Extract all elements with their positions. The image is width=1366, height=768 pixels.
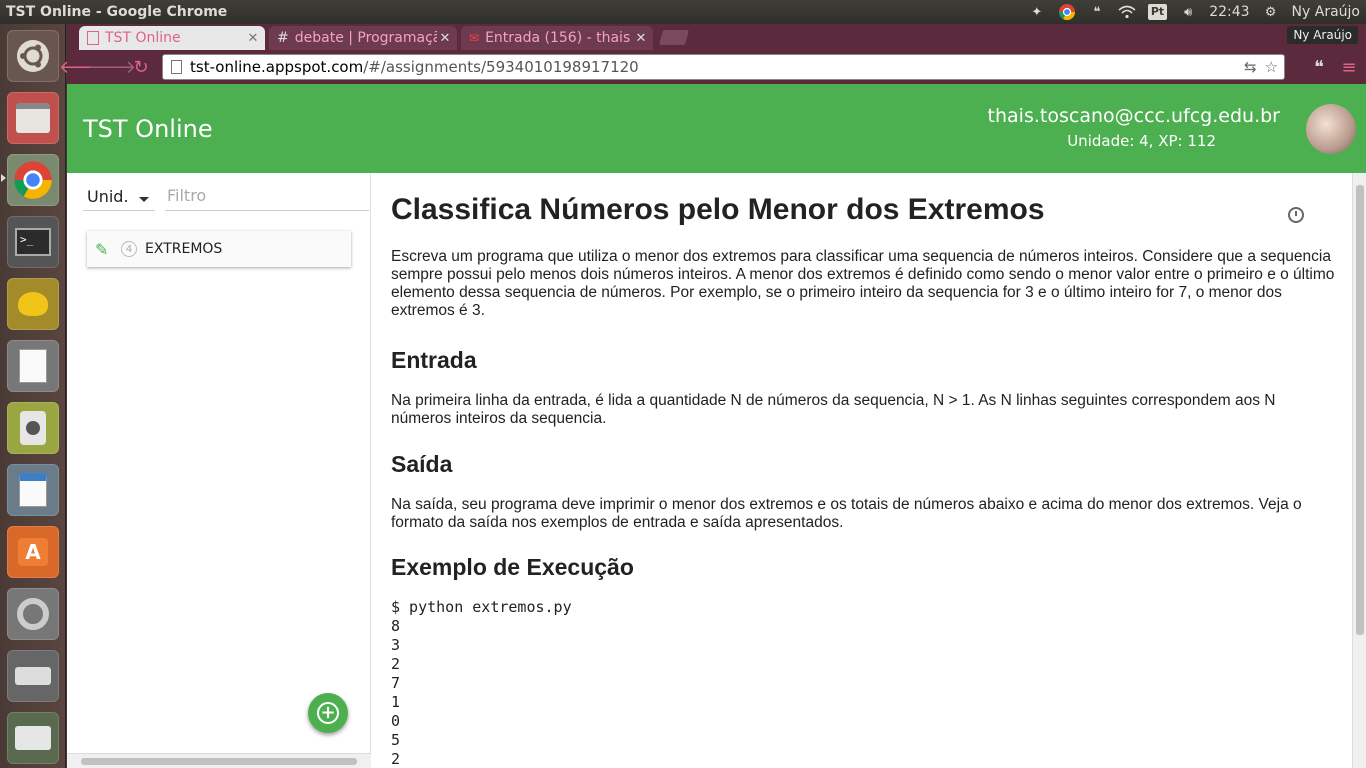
chevron-down-icon xyxy=(139,197,149,202)
forward-arrow-icon[interactable]: 🡒 xyxy=(88,54,136,80)
tab-debate[interactable]: # debate | Programaçã ✕ xyxy=(269,26,457,50)
browser-toolbar: 🡐 🡒 ↻ tst-online.appspot.com/#/assignmen… xyxy=(59,50,1366,84)
assignments-sidebar: Unid. ✎ 4 EXTREMOS + xyxy=(67,173,371,768)
pencil-icon: ✎ xyxy=(95,239,109,259)
tab-label: TST Online xyxy=(105,30,181,46)
close-icon[interactable]: ✕ xyxy=(245,31,261,46)
assignment-item[interactable]: ✎ 4 EXTREMOS xyxy=(87,231,351,267)
gear-icon[interactable]: ⚙ xyxy=(1262,3,1280,21)
clock-history-icon[interactable] xyxy=(1288,207,1304,223)
ubuntu-home-icon[interactable] xyxy=(7,30,59,82)
reload-icon[interactable]: ↻ xyxy=(128,54,154,80)
page-favicon-icon xyxy=(87,31,99,45)
code-line: 2 xyxy=(391,750,401,768)
unit-select-label: Unid. xyxy=(87,187,129,206)
workspace-switcher-icon[interactable] xyxy=(7,712,59,764)
entrada-text: Na primeira linha da entrada, é lida a q… xyxy=(391,392,1276,427)
hash-favicon-icon: # xyxy=(277,30,289,46)
session-user[interactable]: Ny Araújo xyxy=(1292,4,1360,20)
section-heading-entrada: Entrada xyxy=(391,347,477,373)
software-center-icon[interactable]: A xyxy=(7,526,59,578)
avatar[interactable] xyxy=(1306,104,1356,154)
chat-icon[interactable]: ❝ xyxy=(1088,3,1106,21)
tab-label: debate | Programaçã xyxy=(294,30,437,46)
code-line: 8 xyxy=(391,617,401,635)
system-top-bar: TST Online - Google Chrome ✦ ❝ Pt 🔊︎ 22:… xyxy=(0,0,1366,24)
user-email: thais.toscano@ccc.ufcg.edu.br xyxy=(987,105,1280,127)
code-line: 0 xyxy=(391,712,401,730)
chrome-window: TST Online ✕ # debate | Programaçã ✕ ✉ E… xyxy=(59,24,1366,768)
horizontal-scrollbar[interactable] xyxy=(67,753,371,768)
drive-icon[interactable] xyxy=(7,650,59,702)
files-icon[interactable] xyxy=(7,92,59,144)
unity-launcher: >_ A xyxy=(0,24,66,768)
bookmark-star-icon[interactable]: ☆ xyxy=(1265,58,1278,76)
example-code-block: $ python extremos.py 8 3 2 7 1 0 5 2 xyxy=(391,598,572,768)
clock[interactable]: 22:43 xyxy=(1209,4,1249,20)
genie-lamp-icon[interactable] xyxy=(7,278,59,330)
section-heading-exemplo: Exemplo de Execução xyxy=(391,554,634,580)
section-heading-saida: Saída xyxy=(391,451,453,477)
assignment-label: EXTREMOS xyxy=(145,241,223,257)
code-line: 7 xyxy=(391,674,401,692)
libreoffice-impress-icon[interactable] xyxy=(7,464,59,516)
translate-icon[interactable]: ⇆ xyxy=(1244,58,1257,76)
dropbox-icon[interactable]: ✦ xyxy=(1028,3,1046,21)
saida-text: Na saída, seu programa deve imprimir o m… xyxy=(391,496,1302,531)
app-viewport: TST Online thais.toscano@ccc.ufcg.edu.br… xyxy=(67,84,1366,768)
window-title: TST Online - Google Chrome xyxy=(6,4,228,20)
system-settings-icon[interactable] xyxy=(7,588,59,640)
address-bar[interactable]: tst-online.appspot.com/#/assignments/593… xyxy=(162,54,1285,80)
terminal-icon[interactable]: >_ xyxy=(7,216,59,268)
profile-button[interactable]: Ny Araújo xyxy=(1287,26,1358,44)
vertical-scrollbar[interactable] xyxy=(1352,173,1366,768)
filter-input[interactable] xyxy=(165,183,369,211)
chrome-launcher-icon[interactable] xyxy=(7,154,59,206)
text-editor-icon[interactable] xyxy=(7,340,59,392)
menu-icon[interactable]: ≡ xyxy=(1336,54,1362,80)
user-stats: Unidade: 4, XP: 112 xyxy=(1067,132,1216,150)
extension-chat-icon[interactable]: ❝ xyxy=(1306,54,1332,80)
new-tab-button[interactable] xyxy=(658,30,690,45)
url-path: /#/assignments/5934010198917120 xyxy=(363,58,639,76)
add-assignment-button[interactable]: + xyxy=(308,693,348,733)
unit-select[interactable]: Unid. xyxy=(83,183,155,211)
scrollbar-thumb[interactable] xyxy=(1356,185,1364,635)
code-line: 1 xyxy=(391,693,401,711)
code-line: $ python extremos.py xyxy=(391,598,572,616)
tab-tst-online[interactable]: TST Online ✕ xyxy=(79,26,265,50)
code-line: 3 xyxy=(391,636,401,654)
scrollbar-thumb[interactable] xyxy=(81,758,357,765)
assignment-title: Classifica Números pelo Menor dos Extrem… xyxy=(391,193,1045,226)
assignment-description: Escreva um programa que utiliza o menor … xyxy=(391,248,1335,319)
keyboard-layout-badge[interactable]: Pt xyxy=(1147,4,1168,20)
assignment-content: Classifica Números pelo Menor dos Extrem… xyxy=(372,173,1352,768)
tab-gmail[interactable]: ✉ Entrada (156) - thais ✕ xyxy=(461,26,653,50)
page-icon xyxy=(171,60,182,74)
tab-strip: TST Online ✕ # debate | Programaçã ✕ ✉ E… xyxy=(67,24,1366,50)
code-line: 2 xyxy=(391,655,401,673)
code-line: 5 xyxy=(391,731,401,749)
plus-icon: + xyxy=(317,702,339,724)
close-icon[interactable]: ✕ xyxy=(633,31,649,46)
tab-label: Entrada (156) - thais xyxy=(485,30,631,46)
system-tray: ✦ ❝ Pt 🔊︎ 22:43 ⚙ Ny Araújo xyxy=(1028,0,1360,24)
music-player-icon[interactable] xyxy=(7,402,59,454)
assignment-number: 4 xyxy=(121,241,137,257)
wifi-icon[interactable] xyxy=(1118,3,1136,21)
running-indicator xyxy=(1,174,6,182)
app-header: TST Online thais.toscano@ccc.ufcg.edu.br… xyxy=(67,84,1366,173)
close-icon[interactable]: ✕ xyxy=(437,31,453,46)
url-host: tst-online.appspot.com xyxy=(190,58,364,76)
app-title[interactable]: TST Online xyxy=(83,115,213,143)
gmail-favicon-icon: ✉ xyxy=(469,31,480,45)
chrome-tray-icon[interactable] xyxy=(1058,3,1076,21)
volume-icon[interactable]: 🔊︎ xyxy=(1179,3,1197,21)
